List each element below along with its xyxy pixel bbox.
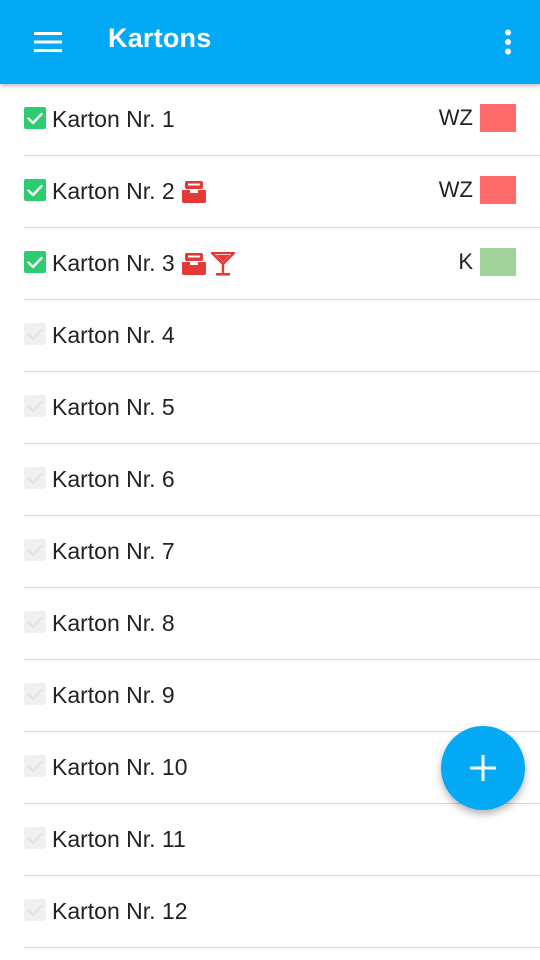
checkbox-unchecked[interactable] — [24, 467, 46, 489]
karton-name: Karton Nr. 2 — [52, 178, 175, 204]
karton-name: Karton Nr. 6 — [52, 466, 175, 492]
checkbox-unchecked[interactable] — [24, 323, 46, 345]
list-item[interactable]: Karton Nr. 2 WZ — [24, 156, 540, 228]
list-item[interactable]: Karton Nr. 5 — [24, 372, 540, 444]
tag-color-swatch — [480, 104, 516, 132]
list-item-label: Karton Nr. 1 — [52, 106, 175, 133]
tag-color-swatch — [480, 176, 516, 204]
tag-text: K — [458, 249, 473, 274]
karton-name: Karton Nr. 5 — [52, 394, 175, 420]
tag-text: WZ — [438, 177, 473, 202]
app-bar: Kartons — [0, 0, 540, 84]
list-item[interactable]: Karton Nr. 3 K — [24, 228, 540, 300]
list-item[interactable]: Karton Nr. 12 — [24, 876, 540, 948]
location-tag: K — [458, 248, 516, 276]
tag-color-swatch — [480, 248, 516, 276]
location-tag: WZ — [439, 104, 516, 132]
checkbox-checked[interactable] — [24, 107, 46, 129]
checkbox-unchecked[interactable] — [24, 611, 46, 633]
list-item-label: Karton Nr. 2 — [52, 178, 207, 205]
karton-name: Karton Nr. 3 — [52, 250, 175, 276]
list-item[interactable]: Karton Nr. 9 — [24, 660, 540, 732]
list-item-label: Karton Nr. 7 — [52, 538, 175, 565]
karton-name: Karton Nr. 11 — [52, 826, 186, 852]
karton-name: Karton Nr. 7 — [52, 538, 175, 564]
checkbox-unchecked[interactable] — [24, 539, 46, 561]
list-item-label: Karton Nr. 5 — [52, 394, 175, 421]
list-item[interactable]: Karton Nr. 7 — [24, 516, 540, 588]
karton-name: Karton Nr. 8 — [52, 610, 175, 636]
karton-name: Karton Nr. 4 — [52, 322, 175, 348]
cocktail-glass-icon — [210, 251, 235, 276]
karton-name: Karton Nr. 9 — [52, 682, 175, 708]
more-vertical-icon[interactable] — [494, 24, 522, 60]
location-tag: WZ — [439, 176, 516, 204]
karton-list: Karton Nr. 1 WZ Karton Nr. 2 WZ Karton Nr. 3… — [0, 84, 540, 960]
checkbox-unchecked[interactable] — [24, 683, 46, 705]
list-item[interactable]: Karton Nr. 4 — [24, 300, 540, 372]
list-item-label: Karton Nr. 4 — [52, 322, 175, 349]
checkbox-unchecked[interactable] — [24, 899, 46, 921]
item-icons — [181, 180, 207, 204]
inbox-tray-icon — [181, 252, 207, 276]
item-icons — [181, 251, 235, 276]
add-karton-button[interactable] — [441, 726, 525, 810]
list-item[interactable]: Karton Nr. 11 — [24, 804, 540, 876]
list-item[interactable]: Karton Nr. 8 — [24, 588, 540, 660]
list-item-label: Karton Nr. 10 — [52, 754, 188, 781]
checkbox-checked[interactable] — [24, 251, 46, 273]
checkbox-unchecked[interactable] — [24, 755, 46, 777]
karton-name: Karton Nr. 12 — [52, 898, 188, 924]
tag-text: WZ — [438, 105, 473, 130]
list-item-label: Karton Nr. 9 — [52, 682, 175, 709]
page-title: Kartons — [108, 23, 212, 53]
karton-name: Karton Nr. 1 — [52, 106, 175, 132]
checkbox-checked[interactable] — [24, 179, 46, 201]
list-item-label: Karton Nr. 11 — [52, 826, 186, 853]
plus-icon — [470, 755, 496, 781]
list-item-label: Karton Nr. 8 — [52, 610, 175, 637]
list-item-label: Karton Nr. 6 — [52, 466, 175, 493]
karton-name: Karton Nr. 10 — [52, 754, 188, 780]
list-item-label: Karton Nr. 3 — [52, 250, 235, 277]
list-item-label: Karton Nr. 12 — [52, 898, 188, 925]
list-item[interactable]: Karton Nr. 6 — [24, 444, 540, 516]
hamburger-menu-icon[interactable] — [28, 26, 68, 58]
checkbox-unchecked[interactable] — [24, 395, 46, 417]
checkbox-unchecked[interactable] — [24, 827, 46, 849]
list-item[interactable]: Karton Nr. 1 WZ — [24, 84, 540, 156]
inbox-tray-icon — [181, 180, 207, 204]
